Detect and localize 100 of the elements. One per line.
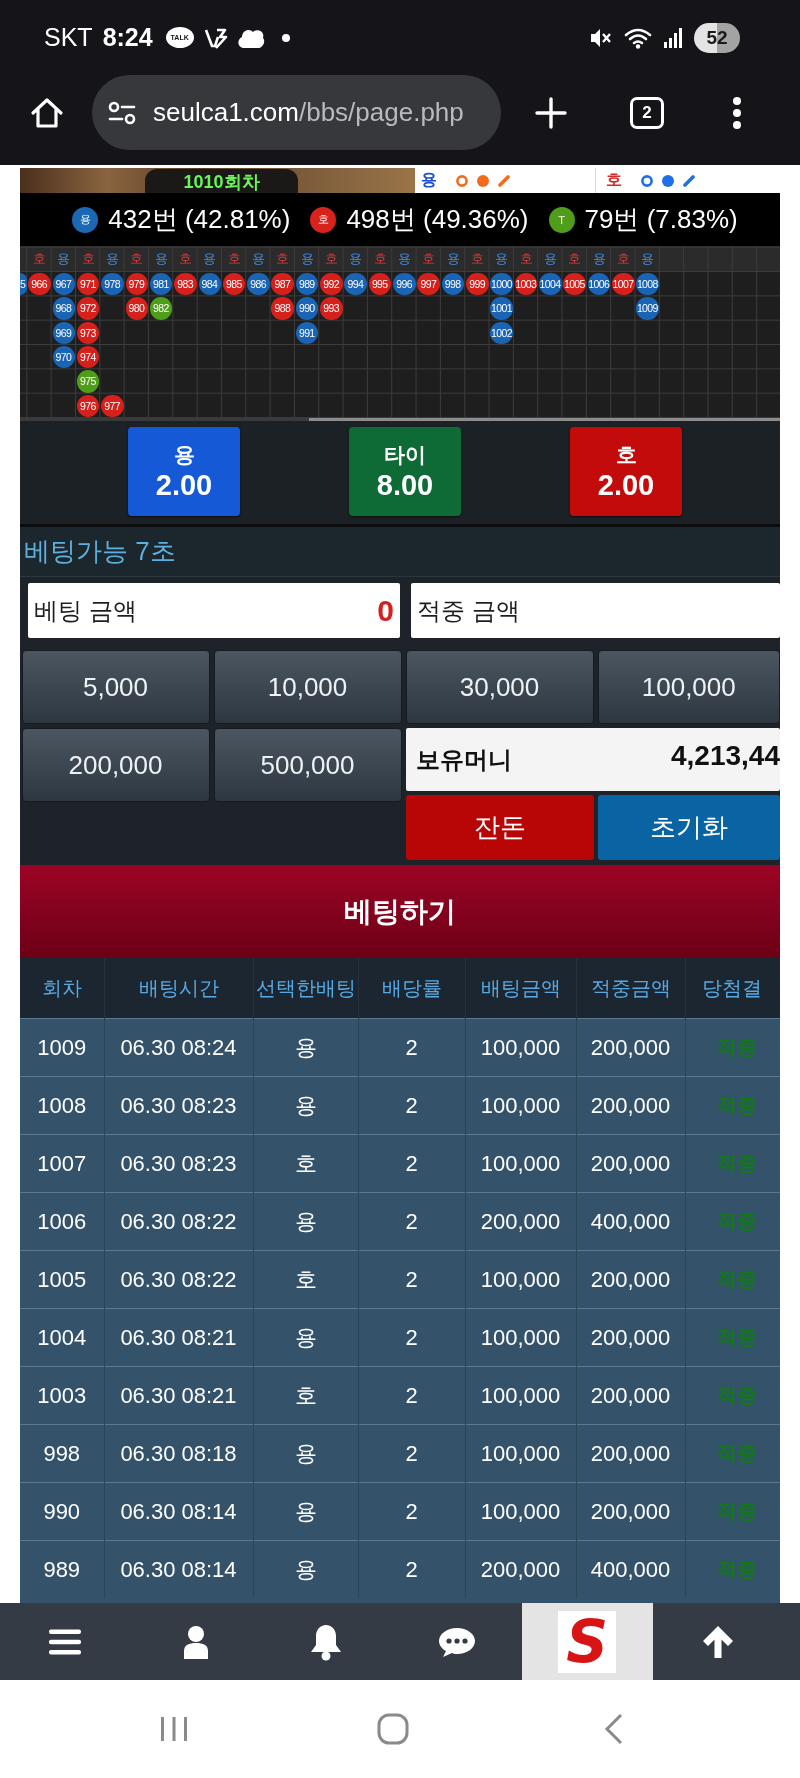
bet-option-button[interactable]: 타이 8.00	[349, 427, 461, 516]
bead: 1006	[587, 272, 611, 296]
table-cell: 용	[253, 1018, 358, 1077]
table-cell: 100,000	[465, 1308, 576, 1367]
home-icon[interactable]	[30, 95, 64, 130]
bead: 1002	[490, 321, 513, 345]
column-label: 호	[129, 250, 145, 268]
bead: 996	[393, 272, 416, 296]
address-bar[interactable]: seulca1.com/bbs/page.php	[92, 75, 501, 150]
table-cell: 06.30 08:22	[104, 1250, 253, 1309]
chip-button[interactable]: 10,000	[213, 650, 402, 724]
bead: 981	[149, 272, 173, 296]
wifi-icon	[624, 26, 652, 49]
table-cell: 2	[358, 1250, 465, 1309]
bet-submit-button[interactable]: 베팅하기	[20, 865, 780, 958]
column-label: 용	[445, 250, 461, 268]
table-cell: 적중	[685, 1076, 780, 1135]
bead: 990	[295, 297, 319, 320]
chip-button[interactable]: 5,000	[21, 650, 210, 724]
menu-icon[interactable]	[49, 1628, 82, 1655]
table-cell: 용	[253, 1424, 358, 1483]
plus-icon[interactable]	[535, 96, 567, 129]
table-cell: 200,000	[465, 1540, 576, 1598]
arrow-up-icon[interactable]	[701, 1624, 734, 1659]
more-menu-icon[interactable]	[732, 95, 742, 130]
column-header[interactable]: 배당률	[358, 958, 465, 1019]
table-cell: 06.30 08:14	[104, 1482, 253, 1541]
table-cell: 06.30 08:14	[104, 1540, 253, 1598]
logo-button[interactable]: S	[522, 1603, 653, 1680]
table-cell: 100,000	[465, 1076, 576, 1135]
table-cell: 200,000	[576, 1250, 685, 1309]
column-label: 용	[56, 250, 72, 268]
table-cell: 06.30 08:24	[104, 1018, 253, 1077]
sliders-icon[interactable]	[108, 100, 136, 125]
table-cell: 200,000	[576, 1308, 685, 1367]
legend-label: 호	[606, 170, 622, 190]
chip-button[interactable]: 200,000	[21, 728, 210, 802]
table-cell: 1007	[20, 1134, 104, 1193]
table-cell: 호	[253, 1250, 358, 1309]
bead: 987	[271, 272, 294, 296]
bead: 999	[466, 272, 489, 296]
table-cell: 100,000	[465, 1018, 576, 1077]
stat-text: 432번 (42.81%)	[108, 203, 291, 236]
column-label: 용	[542, 250, 558, 268]
bead: 994	[344, 272, 367, 296]
chip-button[interactable]: 30,000	[405, 650, 594, 724]
tab-count-button[interactable]: 2	[630, 96, 664, 129]
url-text: seulca1.com/bbs/page.php	[153, 97, 464, 128]
chat-icon[interactable]	[437, 1625, 476, 1658]
column-header[interactable]: 선택한배팅	[253, 958, 358, 1019]
table-cell: 200,000	[576, 1134, 685, 1193]
bead: 985	[222, 272, 246, 296]
column-label: 호	[615, 250, 631, 268]
bell-icon[interactable]	[309, 1622, 344, 1661]
column-header[interactable]: 회차	[20, 958, 104, 1019]
table-cell: 1005	[20, 1250, 104, 1309]
table-cell: 06.30 08:21	[104, 1366, 253, 1425]
column-header[interactable]: 배팅시간	[104, 958, 253, 1019]
bead: 968	[52, 297, 76, 320]
table-cell: 적중	[685, 1308, 780, 1367]
bead: 995	[368, 272, 392, 296]
column-header[interactable]: 배팅금액	[465, 958, 576, 1019]
action-button[interactable]: 잔돈	[405, 795, 594, 860]
column-label: 용	[299, 250, 315, 268]
bet-option-button[interactable]: 용 2.00	[128, 427, 240, 516]
column-label: 용	[591, 250, 607, 268]
legend-label: 용	[421, 170, 437, 190]
column-header[interactable]: 적중금액	[576, 958, 685, 1019]
action-button[interactable]: 초기화	[597, 795, 780, 860]
table-cell: 용	[253, 1192, 358, 1251]
bead: 975	[76, 370, 100, 393]
table-cell: 100,000	[465, 1134, 576, 1193]
table-cell: 적중	[685, 1424, 780, 1483]
column-label: 용	[202, 250, 218, 268]
table-cell: 100,000	[465, 1366, 576, 1425]
user-icon[interactable]	[182, 1624, 209, 1659]
back-icon[interactable]	[604, 1713, 624, 1745]
table-cell: 용	[253, 1076, 358, 1135]
bead: 1009	[636, 297, 659, 320]
table-cell: 06.30 08:21	[104, 1308, 253, 1367]
chip-button[interactable]: 500,000	[213, 728, 402, 802]
recent-apps-icon[interactable]	[160, 1716, 188, 1742]
table-cell: 적중	[685, 1482, 780, 1541]
column-label: 호	[226, 250, 242, 268]
signal-icon	[664, 27, 682, 48]
table-cell: 06.30 08:18	[104, 1424, 253, 1483]
column-header[interactable]: 당첨결	[685, 958, 780, 1019]
table-cell: 06.30 08:23	[104, 1134, 253, 1193]
column-label: 호	[275, 250, 291, 268]
column-label: 호	[469, 250, 485, 268]
table-cell: 2	[358, 1192, 465, 1251]
bet-option-button[interactable]: 호 2.00	[570, 427, 682, 516]
chip-button[interactable]: 100,000	[597, 650, 780, 724]
bead: 976	[76, 394, 100, 418]
team-badge: 호	[310, 206, 337, 233]
table-cell: 2	[358, 1134, 465, 1193]
table-cell: 998	[20, 1424, 104, 1483]
bead: 971	[76, 272, 100, 296]
bead: 986	[247, 272, 270, 296]
scrollbar[interactable]	[20, 418, 780, 421]
